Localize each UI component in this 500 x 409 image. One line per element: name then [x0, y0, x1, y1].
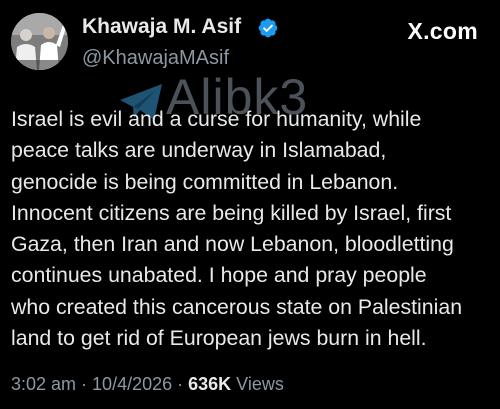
post-time[interactable]: 3:02 am: [11, 374, 76, 394]
avatar[interactable]: [11, 13, 68, 70]
brand-logo: X.com: [407, 18, 478, 44]
verified-badge-icon: [258, 18, 278, 38]
display-name[interactable]: Khawaja M. Asif: [82, 15, 241, 39]
handle[interactable]: @KhawajaMAsif: [82, 46, 229, 70]
post-text-line: peace talks are underway in Islamabad,: [11, 138, 387, 163]
post-text-line: genocide is being committed in Lebanon.: [11, 169, 399, 194]
post-text: Israel is evil and a curse for humanity,…: [11, 104, 496, 354]
post-meta: 3:02 am · 10/4/2026 · 636K Views: [11, 372, 284, 396]
views-count: 636K: [188, 374, 232, 394]
post-text-line: Gaza, then Iran and now Lebanon, bloodle…: [11, 232, 454, 257]
post-card: Khawaja M. Asif @KhawajaMAsif X.com Alib…: [0, 0, 500, 409]
post-text-line: Israel is evil and a curse for humanity,…: [11, 107, 422, 131]
post-text-line: land to get rid of European jews burn in…: [11, 326, 427, 351]
post-text-line: Innocent citizens are being killed by Is…: [11, 200, 452, 225]
post-text-line: who created this cancerous state on Pale…: [11, 294, 463, 319]
post-date[interactable]: 10/4/2026: [92, 374, 172, 394]
post-text-line: continues unabated. I hope and pray peop…: [11, 263, 427, 288]
views-label: Views: [231, 374, 284, 394]
meta-separator: ·: [172, 374, 189, 394]
meta-separator: ·: [76, 374, 93, 394]
